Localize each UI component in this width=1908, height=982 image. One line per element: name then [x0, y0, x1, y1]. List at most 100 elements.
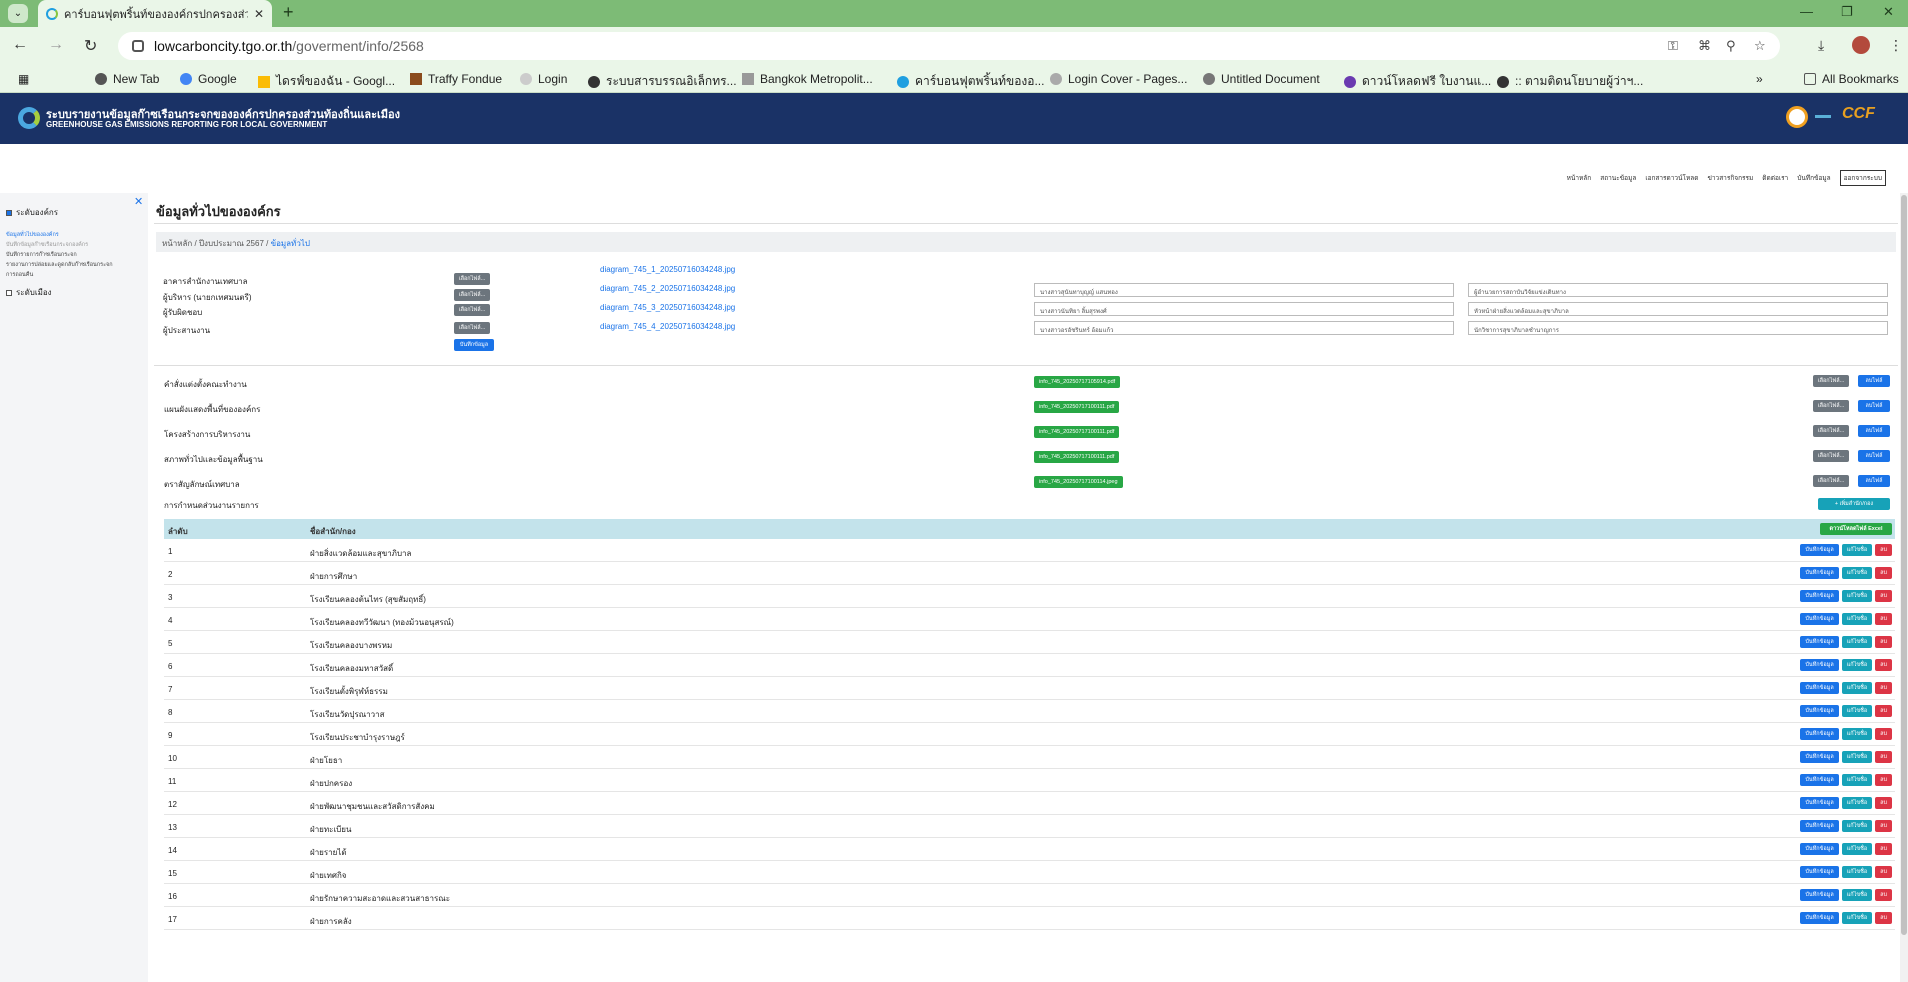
zoom-icon[interactable]: ⚲	[1726, 38, 1736, 54]
save-row-button[interactable]: บันทึกข้อมูล	[1800, 590, 1839, 602]
save-row-button[interactable]: บันทึกข้อมูล	[1800, 774, 1839, 786]
delete-row-button[interactable]: ลบ	[1875, 636, 1892, 648]
bookmark-item[interactable]: Bangkok Metropolit...	[742, 72, 873, 86]
page-scrollbar[interactable]	[1900, 193, 1908, 982]
bookmark-item[interactable]: Untitled Document	[1203, 72, 1320, 86]
document-file-badge[interactable]: info_745_20250717100114.jpeg	[1034, 476, 1123, 488]
delete-row-button[interactable]: ลบ	[1875, 682, 1892, 694]
checkbox-icon[interactable]	[6, 209, 12, 216]
bookmark-item[interactable]: :: ตามติดนโยบายผู้ว่าฯ...	[1497, 72, 1643, 91]
document-file-badge[interactable]: info_745_20250717100111.pdf	[1034, 426, 1120, 438]
edit-row-button[interactable]: แก้ไขชื่อ	[1841, 866, 1873, 878]
delete-row-button[interactable]: ลบ	[1875, 866, 1892, 878]
bookmark-item[interactable]: ไดรฟ์ของฉัน - Googl...	[258, 72, 395, 91]
delete-row-button[interactable]: ลบ	[1875, 659, 1892, 671]
sidebar-item-report[interactable]: รายงานการปล่อยและดูดกลับก๊าซเรือนกระจก	[6, 261, 113, 269]
save-row-button[interactable]: บันทึกข้อมูล	[1800, 613, 1839, 625]
delete-row-button[interactable]: ลบ	[1875, 544, 1892, 556]
edit-row-button[interactable]: แก้ไขชื่อ	[1841, 774, 1873, 786]
close-tab-icon[interactable]: ✕	[254, 7, 264, 21]
nav-downloads[interactable]: เอกสารดาวน์โหลด	[1645, 173, 1698, 183]
sidebar-item-withdraw[interactable]: การถอนคืน	[6, 271, 33, 279]
sidebar-section-org[interactable]: ระดับองค์กร	[6, 206, 58, 219]
bookmark-item[interactable]: Google	[180, 72, 237, 86]
save-row-button[interactable]: บันทึกข้อมูล	[1800, 820, 1839, 832]
executive-name-field[interactable]: นางสาวสุนันทาบุญญ์ แสนทอง	[1034, 283, 1454, 297]
choose-file-button[interactable]: เลือกไฟล์...	[1813, 475, 1849, 487]
sidebar-section-city[interactable]: ระดับเมือง	[6, 286, 52, 299]
choose-file-button[interactable]: เลือกไฟล์...	[1813, 400, 1849, 412]
delete-file-button[interactable]: ลบไฟล์	[1858, 375, 1890, 387]
save-row-button[interactable]: บันทึกข้อมูล	[1800, 659, 1839, 671]
delete-row-button[interactable]: ลบ	[1875, 774, 1892, 786]
document-file-badge[interactable]: info_745_20250717100111.pdf	[1034, 401, 1120, 413]
delete-row-button[interactable]: ลบ	[1875, 820, 1892, 832]
nav-status[interactable]: สถานะข้อมูล	[1600, 173, 1636, 183]
image-file-link[interactable]: diagram_745_3_20250716034248.jpg	[600, 303, 735, 312]
executive-position-field[interactable]: ผู้อำนวยการสถาบันวิจัยแข่งเดินทาง	[1468, 283, 1888, 297]
export-excel-button[interactable]: ดาวน์โหลดไฟล์ Excel	[1820, 523, 1892, 535]
translate-icon[interactable]: ⌘	[1698, 38, 1711, 54]
delete-file-button[interactable]: ลบไฟล์	[1858, 400, 1890, 412]
bookmark-item[interactable]: Traffy Fondue	[410, 72, 502, 86]
choose-file-button[interactable]: เลือกไฟล์...	[1813, 450, 1849, 462]
edit-row-button[interactable]: แก้ไขชื่อ	[1841, 636, 1873, 648]
delete-row-button[interactable]: ลบ	[1875, 728, 1892, 740]
edit-row-button[interactable]: แก้ไขชื่อ	[1841, 682, 1873, 694]
save-row-button[interactable]: บันทึกข้อมูล	[1800, 751, 1839, 763]
edit-row-button[interactable]: แก้ไขชื่อ	[1841, 820, 1873, 832]
choose-file-button[interactable]: เลือกไฟล์...	[454, 322, 490, 334]
delete-row-button[interactable]: ลบ	[1875, 843, 1892, 855]
sidebar-close-icon[interactable]: ✕	[134, 195, 143, 208]
save-row-button[interactable]: บันทึกข้อมูล	[1800, 682, 1839, 694]
nav-home[interactable]: หน้าหลัก	[1567, 173, 1592, 183]
minimize-icon[interactable]: —	[1800, 4, 1813, 19]
choose-file-button[interactable]: เลือกไฟล์...	[1813, 375, 1849, 387]
tab-search-button[interactable]: ⌄	[8, 4, 28, 23]
edit-row-button[interactable]: แก้ไขชื่อ	[1841, 705, 1873, 717]
edit-row-button[interactable]: แก้ไขชื่อ	[1841, 659, 1873, 671]
add-division-button[interactable]: + เพิ่มสำนัก/กอง	[1818, 498, 1890, 510]
save-row-button[interactable]: บันทึกข้อมูล	[1800, 705, 1839, 717]
image-file-link[interactable]: diagram_745_1_20250716034248.jpg	[600, 265, 735, 274]
delete-row-button[interactable]: ลบ	[1875, 613, 1892, 625]
save-row-button[interactable]: บันทึกข้อมูล	[1800, 544, 1839, 556]
breadcrumb-home[interactable]: หน้าหลัก	[162, 239, 192, 248]
site-info-icon[interactable]	[132, 40, 144, 52]
reload-icon[interactable]: ↻	[84, 36, 97, 56]
choose-file-button[interactable]: เลือกไฟล์...	[1813, 425, 1849, 437]
delete-file-button[interactable]: ลบไฟล์	[1858, 450, 1890, 462]
delete-row-button[interactable]: ลบ	[1875, 567, 1892, 579]
save-row-button[interactable]: บันทึกข้อมูล	[1800, 636, 1839, 648]
bookmark-item[interactable]: New Tab	[95, 72, 159, 86]
save-row-button[interactable]: บันทึกข้อมูล	[1800, 866, 1839, 878]
delete-file-button[interactable]: ลบไฟล์	[1858, 475, 1890, 487]
image-file-link[interactable]: diagram_745_4_20250716034248.jpg	[600, 322, 735, 331]
bookmark-star-icon[interactable]: ☆	[1754, 38, 1766, 54]
sidebar-item-ghg-org[interactable]: บันทึกข้อมูลก๊าซเรือนกระจกองค์กร	[6, 241, 88, 249]
nav-news[interactable]: ข่าวสารกิจกรรม	[1707, 173, 1753, 183]
browser-tab[interactable]: คาร์บอนฟุตพริ้นท์ขององค์กรปกครองส่วนท้อง…	[38, 0, 272, 27]
edit-row-button[interactable]: แก้ไขชื่อ	[1841, 912, 1873, 924]
delete-row-button[interactable]: ลบ	[1875, 705, 1892, 717]
choose-file-button[interactable]: เลือกไฟล์...	[454, 273, 490, 285]
save-row-button[interactable]: บันทึกข้อมูล	[1800, 889, 1839, 901]
back-icon[interactable]: ←	[12, 36, 28, 54]
edit-row-button[interactable]: แก้ไขชื่อ	[1841, 797, 1873, 809]
delete-file-button[interactable]: ลบไฟล์	[1858, 425, 1890, 437]
sidebar-item-ghg-list[interactable]: บันทึกรายการก๊าซเรือนกระจก	[6, 251, 77, 259]
edit-row-button[interactable]: แก้ไขชื่อ	[1841, 613, 1873, 625]
document-file-badge[interactable]: info_745_20250717100111.pdf	[1034, 451, 1120, 463]
window-close-icon[interactable]: ✕	[1883, 4, 1894, 20]
logout-button[interactable]: ออกจากระบบ	[1839, 170, 1886, 186]
restore-icon[interactable]: ❐	[1841, 4, 1853, 20]
edit-row-button[interactable]: แก้ไขชื่อ	[1841, 567, 1873, 579]
sidebar-item-general-info[interactable]: ข้อมูลทั่วไปขององค์กร	[6, 231, 59, 239]
bookmark-item[interactable]: คาร์บอนฟุตพริ้นท์ของอ...	[897, 72, 1044, 91]
edit-row-button[interactable]: แก้ไขชื่อ	[1841, 751, 1873, 763]
bookmark-item[interactable]: Login Cover - Pages...	[1050, 72, 1187, 86]
save-row-button[interactable]: บันทึกข้อมูล	[1800, 567, 1839, 579]
edit-row-button[interactable]: แก้ไขชื่อ	[1841, 728, 1873, 740]
edit-row-button[interactable]: แก้ไขชื่อ	[1841, 544, 1873, 556]
scrollbar-thumb[interactable]	[1901, 195, 1907, 935]
